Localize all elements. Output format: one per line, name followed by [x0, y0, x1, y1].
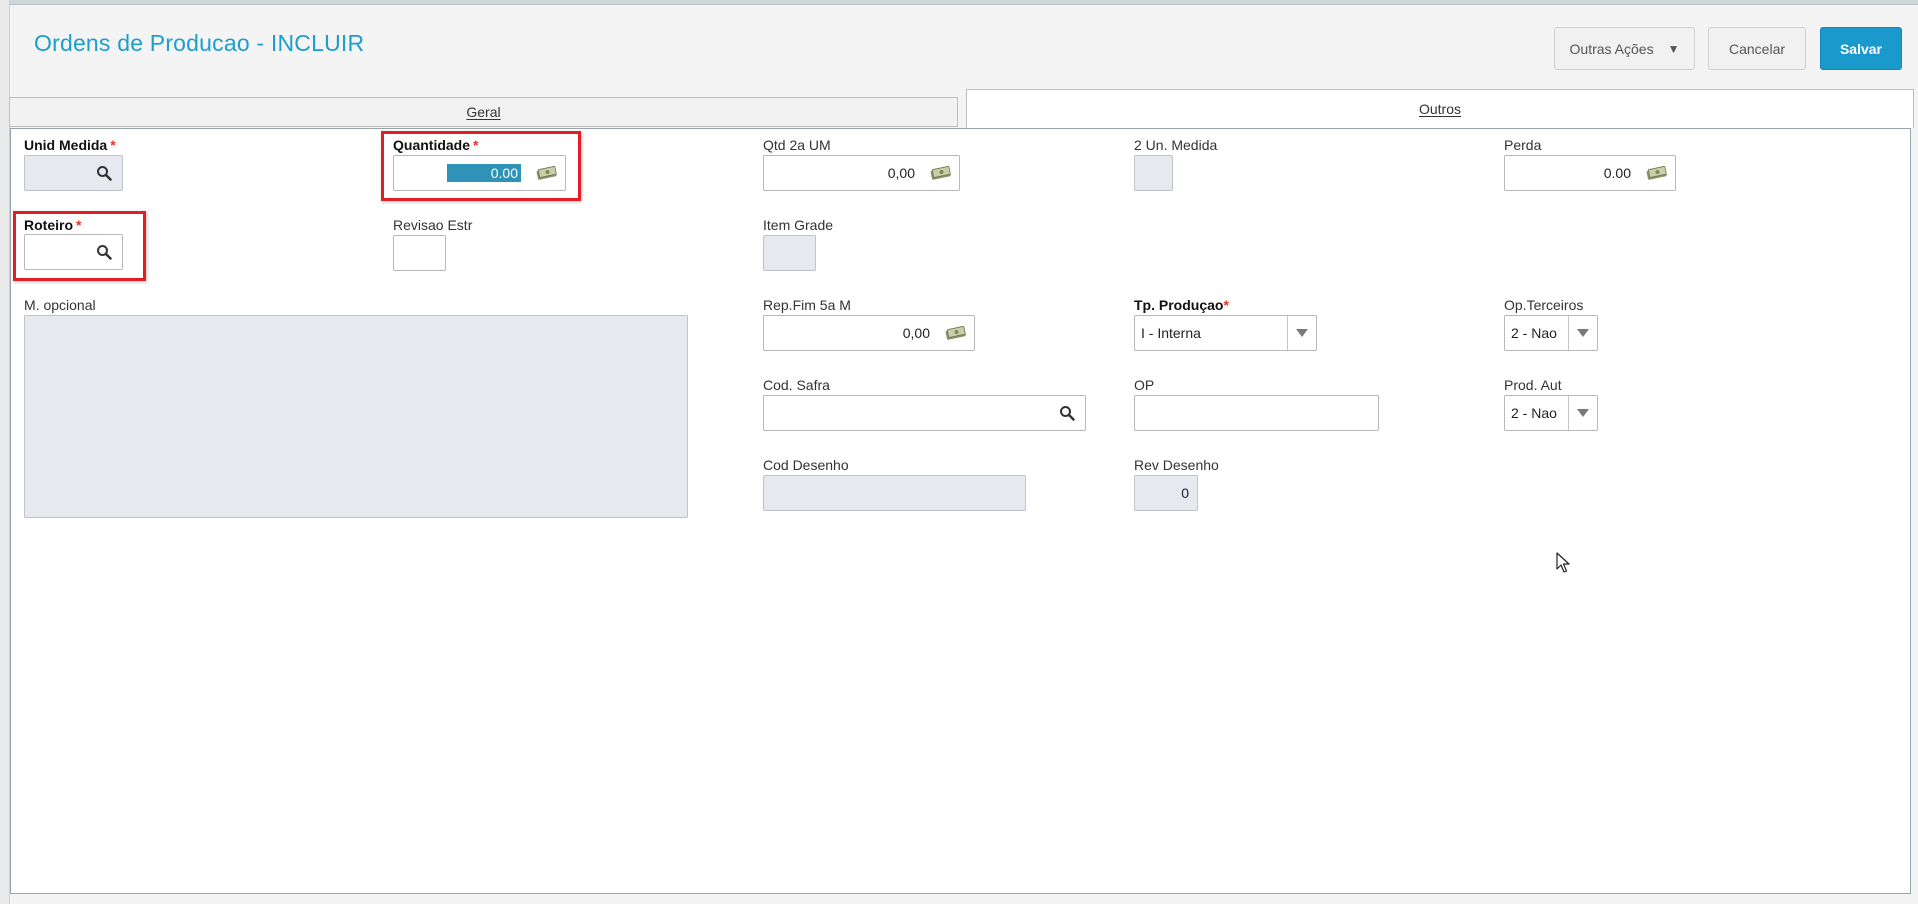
- cod-desenho-field[interactable]: [763, 475, 1026, 511]
- unid-medida-label: Unid Medida *: [24, 137, 116, 153]
- prod-aut-label: Prod. Aut: [1504, 377, 1562, 393]
- perda-label: Perda: [1504, 137, 1542, 153]
- perda-field[interactable]: 0.00: [1504, 155, 1676, 191]
- cancel-button[interactable]: Cancelar: [1708, 27, 1806, 70]
- revisao-estr-label: Revisao Estr: [393, 217, 473, 233]
- search-icon[interactable]: [96, 244, 112, 260]
- revisao-estr-field[interactable]: [393, 235, 446, 271]
- more-actions-button[interactable]: Outras Ações ▼: [1554, 27, 1695, 70]
- mouse-cursor-icon: [1556, 552, 1570, 573]
- save-button[interactable]: Salvar: [1820, 27, 1902, 70]
- chevron-down-icon[interactable]: [1568, 316, 1597, 350]
- chevron-down-icon[interactable]: [1287, 316, 1316, 350]
- search-icon[interactable]: [1059, 405, 1075, 421]
- page-title: Ordens de Producao - INCLUIR: [34, 30, 365, 56]
- cod-safra-label: Cod. Safra: [763, 377, 830, 393]
- prod-aut-value: 2 - Nao: [1511, 405, 1557, 421]
- op-terceiros-select[interactable]: 2 - Nao: [1504, 315, 1598, 351]
- op-terceiros-value: 2 - Nao: [1511, 325, 1557, 341]
- left-edge: [0, 0, 10, 904]
- search-icon[interactable]: [96, 165, 112, 181]
- rev-desenho-value: 0: [1181, 485, 1189, 501]
- tab-outros[interactable]: Outros: [966, 89, 1914, 128]
- cod-safra-field[interactable]: [763, 395, 1086, 431]
- tab-geral[interactable]: Geral: [9, 97, 958, 127]
- quantidade-field[interactable]: 0.00: [393, 155, 566, 191]
- rep-fim-field[interactable]: 0,00: [763, 315, 975, 351]
- prod-aut-select[interactable]: 2 - Nao: [1504, 395, 1598, 431]
- chevron-down-icon: ▼: [1667, 41, 1680, 56]
- op-terceiros-label: Op.Terceiros: [1504, 297, 1584, 313]
- tp-producao-select[interactable]: I - Interna: [1134, 315, 1317, 351]
- m-opcional-label: M. opcional: [24, 297, 96, 313]
- perda-value: 0.00: [1603, 165, 1631, 181]
- qtd-2a-um-value: 0,00: [887, 165, 915, 181]
- un-medida-2-label: 2 Un. Medida: [1134, 137, 1218, 153]
- qtd-2a-um-label: Qtd 2a UM: [763, 137, 831, 153]
- tp-producao-value: I - Interna: [1141, 325, 1201, 341]
- cod-desenho-label: Cod Desenho: [763, 457, 849, 473]
- rep-fim-label: Rep.Fim 5a M: [763, 297, 851, 313]
- un-medida-2-field[interactable]: [1134, 155, 1173, 191]
- more-actions-label: Outras Ações: [1569, 40, 1654, 57]
- unid-medida-field[interactable]: [24, 155, 123, 191]
- m-opcional-textarea[interactable]: [24, 315, 688, 518]
- quantidade-label: Quantidade *: [393, 137, 479, 153]
- item-grade-label: Item Grade: [763, 217, 834, 233]
- op-field[interactable]: [1134, 395, 1379, 431]
- quantidade-value: 0.00: [446, 164, 521, 182]
- rep-fim-value: 0,00: [902, 325, 930, 341]
- money-calculator-icon[interactable]: [1645, 165, 1669, 181]
- tab-outros-label: Outros: [1418, 101, 1461, 117]
- money-calculator-icon[interactable]: [929, 165, 953, 181]
- qtd-2a-um-field[interactable]: 0,00: [763, 155, 960, 191]
- roteiro-field[interactable]: [24, 234, 123, 270]
- money-calculator-icon[interactable]: [944, 325, 968, 341]
- money-calculator-icon[interactable]: [535, 165, 559, 181]
- chevron-down-icon[interactable]: [1568, 396, 1597, 430]
- top-border: [0, 0, 1918, 5]
- rev-desenho-field[interactable]: 0: [1134, 475, 1198, 511]
- tp-producao-label: Tp. Produçao*: [1134, 297, 1229, 313]
- roteiro-label: Roteiro *: [24, 217, 82, 233]
- rev-desenho-label: Rev Desenho: [1134, 457, 1219, 473]
- tab-geral-label: Geral: [466, 104, 501, 120]
- item-grade-field[interactable]: [763, 235, 816, 271]
- op-label: OP: [1134, 377, 1155, 393]
